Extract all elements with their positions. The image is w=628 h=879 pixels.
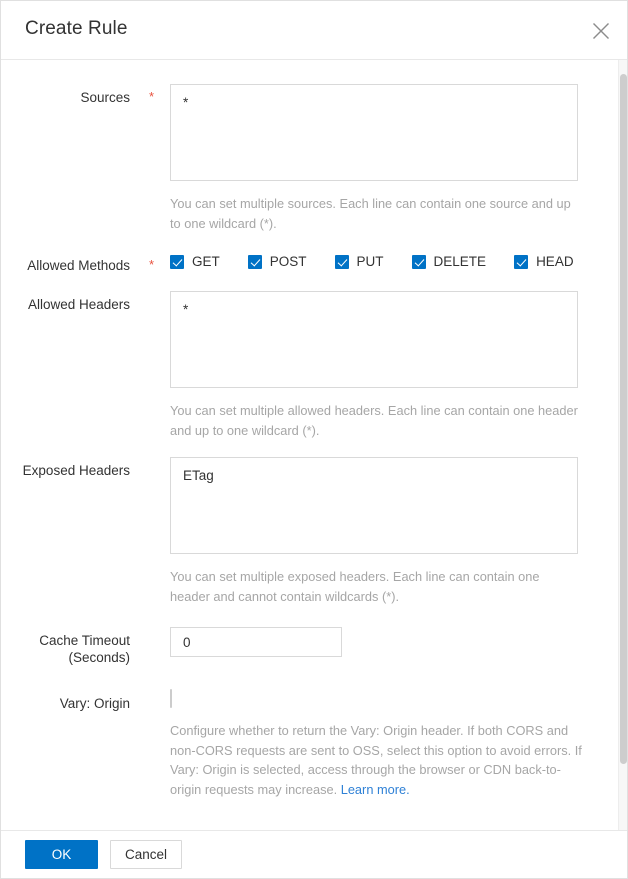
exposed-headers-textarea[interactable] (170, 457, 578, 554)
allowed-headers-textarea[interactable] (170, 291, 578, 388)
checkbox-post-box[interactable] (247, 254, 262, 269)
field-row-allowed-methods: Allowed Methods * GET POST PUT DELETE HE… (1, 252, 618, 274)
checkbox-get-box[interactable] (170, 254, 184, 269)
field-row-sources: Sources * You can set multiple sources. … (1, 84, 618, 233)
checkbox-get-label: GET (192, 254, 220, 269)
dialog-header: Create Rule (1, 1, 627, 60)
checkbox-get[interactable]: GET (170, 254, 220, 269)
checkbox-delete-box[interactable] (411, 254, 426, 269)
sources-hint: You can set multiple sources. Each line … (170, 196, 571, 231)
checkbox-head-label: HEAD (536, 254, 574, 269)
dialog-title: Create Rule (25, 18, 128, 39)
checkbox-vary-origin[interactable] (170, 689, 172, 708)
vary-origin-label: Vary: Origin (59, 696, 130, 711)
sources-control: You can set multiple sources. Each line … (170, 84, 618, 233)
checkbox-head-box[interactable] (514, 254, 529, 269)
cache-timeout-label-line1: Cache Timeout (39, 633, 130, 648)
create-rule-dialog: Create Rule Sources * You can set multip… (0, 0, 628, 879)
scrollbar-thumb[interactable] (620, 74, 627, 764)
cache-timeout-control (170, 627, 618, 657)
cache-timeout-label: Cache Timeout (Seconds) (1, 627, 130, 666)
field-row-vary-origin: Vary: Origin Configure whether to return… (1, 689, 618, 799)
cache-timeout-input[interactable] (170, 627, 342, 657)
checkbox-head[interactable]: HEAD (514, 254, 574, 269)
checkbox-put[interactable]: PUT (334, 254, 384, 269)
checkbox-post-label: POST (269, 254, 307, 269)
checkbox-delete[interactable]: DELETE (411, 254, 487, 269)
sources-label: Sources (80, 90, 130, 105)
allowed-headers-control: You can set multiple allowed headers. Ea… (170, 291, 618, 440)
sources-textarea[interactable] (170, 84, 578, 181)
allowed-headers-hint: You can set multiple allowed headers. Ea… (170, 403, 578, 438)
allowed-headers-label: Allowed Headers (27, 297, 130, 312)
allowed-methods-label: Allowed Methods (27, 258, 130, 273)
field-row-cache-timeout: Cache Timeout (Seconds) (1, 627, 618, 666)
allowed-methods-checkbox-group: GET POST PUT DELETE HEAD (170, 252, 618, 269)
sources-required-marker: * (149, 89, 155, 104)
exposed-headers-label: Exposed Headers (22, 463, 130, 478)
checkbox-post[interactable]: POST (247, 254, 307, 269)
close-icon[interactable] (585, 15, 617, 47)
checkbox-delete-label: DELETE (433, 254, 487, 269)
learn-more-link[interactable]: Learn more. (341, 782, 410, 797)
exposed-headers-hint: You can set multiple exposed headers. Ea… (170, 569, 540, 604)
vary-origin-hint: Configure whether to return the Vary: Or… (170, 721, 587, 799)
dialog-body: Sources * You can set multiple sources. … (1, 60, 627, 830)
cancel-button[interactable]: Cancel (110, 840, 183, 869)
vary-origin-control: Configure whether to return the Vary: Or… (170, 689, 618, 799)
form-scroll-area: Sources * You can set multiple sources. … (1, 60, 618, 830)
cache-timeout-label-line2: (Seconds) (68, 650, 130, 665)
field-row-exposed-headers: Exposed Headers You can set multiple exp… (1, 457, 618, 606)
dialog-footer: OK Cancel (1, 830, 627, 878)
exposed-headers-control: You can set multiple exposed headers. Ea… (170, 457, 618, 606)
field-row-allowed-headers: Allowed Headers You can set multiple all… (1, 291, 618, 440)
vertical-scrollbar[interactable] (618, 60, 627, 830)
allowed-methods-control: GET POST PUT DELETE HEAD (170, 252, 618, 269)
checkbox-put-box[interactable] (334, 254, 349, 269)
checkbox-put-label: PUT (356, 254, 384, 269)
ok-button[interactable]: OK (25, 840, 98, 869)
allowed-methods-required-marker: * (149, 257, 155, 272)
